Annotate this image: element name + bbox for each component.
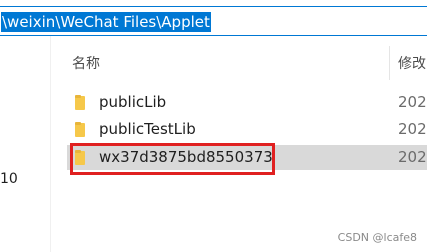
column-header-date-modified[interactable]: 修改 <box>398 54 426 74</box>
file-name: wx37d3875bd8550373 <box>99 148 273 166</box>
folder-icon <box>75 122 85 137</box>
column-separator[interactable] <box>389 46 390 80</box>
nav-item-label[interactable]: 10 <box>0 170 18 188</box>
file-date: 2024 <box>398 93 427 111</box>
folder-icon <box>75 95 85 110</box>
file-row-wx37d3875bd8550373[interactable]: wx37d3875bd8550373 2024 <box>67 145 427 170</box>
address-bar[interactable]: \weixin\WeChat Files\Applet <box>0 6 427 36</box>
watermark-text: CSDN @lcafe8 <box>337 231 417 244</box>
column-header-name[interactable]: 名称 <box>72 54 100 74</box>
file-date: 2024 <box>398 148 427 166</box>
navigation-pane: 10 <box>0 36 50 252</box>
address-path-text[interactable]: \weixin\WeChat Files\Applet <box>1 12 211 32</box>
file-name: publicLib <box>99 93 167 111</box>
file-row-publicTestLib[interactable]: publicTestLib 2024 <box>67 117 427 142</box>
file-date: 2024 <box>398 120 427 138</box>
file-name: publicTestLib <box>99 120 196 138</box>
folder-icon <box>75 150 85 165</box>
file-row-publicLib[interactable]: publicLib 2024 <box>67 90 427 115</box>
pane-divider[interactable] <box>50 36 51 252</box>
